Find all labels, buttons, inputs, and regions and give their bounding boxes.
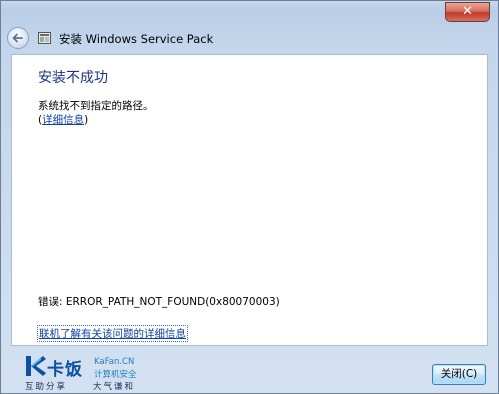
online-help-link[interactable]: 联机了解有关该问题的详细信息 — [37, 325, 188, 342]
back-arrow-icon — [12, 33, 23, 43]
dialog-footer: 卡饭 KaFan.CN 计算机安全 互助分享 大气谦和 关闭(C) — [1, 347, 498, 393]
brand-chinese: 卡饭 — [47, 360, 83, 380]
slogan-right: 大气谦和 — [93, 382, 136, 392]
windows-update-icon — [38, 32, 51, 44]
details-paren-close: ) — [84, 114, 89, 126]
brand-english: KaFan.CN — [94, 357, 135, 367]
content-panel: 安装不成功 系统找不到指定的路径。 (详细信息) 错误: ERROR_PATH_… — [11, 54, 488, 346]
error-code: 错误: ERROR_PATH_NOT_FOUND(0x80070003) — [38, 296, 280, 308]
details-link[interactable]: 详细信息 — [42, 114, 84, 126]
window-close-button[interactable]: ✕ — [445, 2, 490, 22]
slogan-left: 互助分享 — [25, 382, 68, 392]
close-button[interactable]: 关闭(C) — [432, 364, 486, 385]
back-button[interactable] — [7, 27, 29, 49]
error-message: 系统找不到指定的路径。 — [38, 100, 154, 112]
dialog-title: 安装 Windows Service Pack — [59, 32, 214, 46]
brand-subtitle: 计算机安全 — [94, 370, 137, 380]
details-line: (详细信息) — [38, 112, 88, 127]
dialog-window: ✕ 安装 Windows Service Pack 安装不成功 系统找不到指定的… — [0, 0, 499, 394]
status-heading: 安装不成功 — [38, 70, 108, 86]
kafan-watermark: 卡饭 KaFan.CN 计算机安全 互助分享 大气谦和 — [25, 355, 175, 393]
kafan-logo-icon — [26, 356, 46, 376]
title-bar: ✕ — [1, 1, 498, 25]
